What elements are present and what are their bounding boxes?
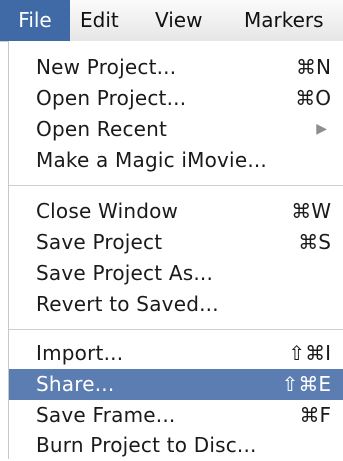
menu-item-label: Revert to Saved... [36,292,219,316]
menu-item-burn-project-to-disc[interactable]: Burn Project to Disc... [9,430,343,461]
shortcut-label: ⌘W [291,199,331,223]
file-menu-dropdown: New Project... ⌘N Open Project... ⌘O Ope… [8,41,343,459]
menu-item-label: Import... [36,341,124,365]
shortcut-label: ⇧⌘I [288,341,331,365]
menu-item-label: New Project... [36,55,177,79]
menu-item-share[interactable]: Share... ⇧⌘E [9,369,343,400]
menu-item-save-project-as[interactable]: Save Project As... [9,258,343,289]
menu-item-open-project[interactable]: Open Project... ⌘O [9,83,343,114]
menu-item-import[interactable]: Import... ⇧⌘I [9,338,343,369]
shortcut-label: ⌘O [295,86,331,110]
menu-separator [9,185,343,186]
menu-separator [9,329,343,330]
shortcut-label: ⌘S [298,230,331,254]
menu-item-make-magic-imovie[interactable]: Make a Magic iMovie... [9,145,343,176]
menu-bar: File Edit View Markers [0,0,343,42]
menu-file[interactable]: File [0,0,70,41]
shortcut-label: ⇧⌘E [281,372,331,396]
menu-view[interactable]: View [155,0,202,41]
shortcut-label: ⌘F [299,403,331,427]
menu-item-label: Save Project [36,230,163,254]
menu-item-open-recent[interactable]: Open Recent ▶ [9,114,343,145]
menu-item-label: Save Frame... [36,403,176,427]
menu-item-label: Open Recent [36,117,168,141]
menu-item-label: Make a Magic iMovie... [36,148,267,172]
menu-markers[interactable]: Markers [244,0,324,41]
menu-item-label: Save Project As... [36,261,214,285]
menu-item-label: Share... [36,372,115,396]
menu-item-save-frame[interactable]: Save Frame... ⌘F [9,400,343,431]
menu-item-label: Open Project... [36,86,187,110]
menu-item-save-project[interactable]: Save Project ⌘S [9,227,343,258]
menu-item-label: Burn Project to Disc... [36,433,257,457]
menu-edit[interactable]: Edit [80,0,119,41]
menu-item-new-project[interactable]: New Project... ⌘N [9,52,343,83]
menu-item-revert-to-saved[interactable]: Revert to Saved... [9,289,343,320]
triangle-right-icon: ▶ [316,121,327,137]
shortcut-label: ⌘N [296,55,331,79]
menu-item-close-window[interactable]: Close Window ⌘W [9,196,343,227]
menu-item-label: Close Window [36,199,179,223]
